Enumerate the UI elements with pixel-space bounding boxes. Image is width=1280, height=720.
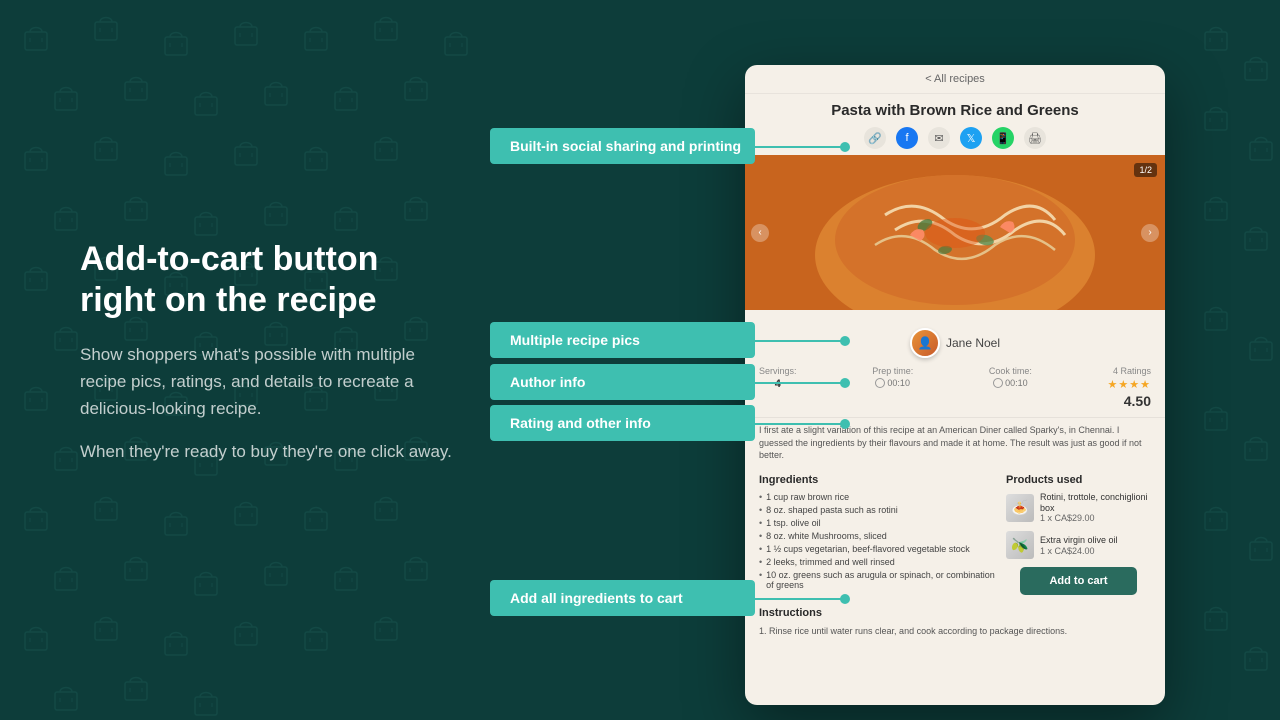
prep-time-info: Prep time: 00:10 bbox=[872, 366, 913, 388]
image-next-button[interactable]: › bbox=[1141, 224, 1159, 242]
social-sharing-row: 🔗 f ✉ 𝕏 📱 🖨 bbox=[745, 123, 1165, 155]
ingredients-products-section: Ingredients • 1 cup raw brown rice • 8 o… bbox=[745, 468, 1165, 602]
ingredient-2: • 8 oz. shaped pasta such as rotini bbox=[759, 505, 996, 515]
servings-info: Servings: 4 bbox=[759, 366, 797, 390]
callout-author: Author info bbox=[490, 364, 755, 400]
ingredient-4: • 8 oz. white Mushrooms, sliced bbox=[759, 531, 996, 541]
left-panel: Add-to-cart button right on the recipe S… bbox=[80, 239, 460, 481]
author-section: 👤 Jane Noel bbox=[745, 328, 1165, 358]
ingredient-5: • 1 ½ cups vegetarian, beef-flavored veg… bbox=[759, 544, 996, 554]
facebook-share-button[interactable]: f bbox=[896, 127, 918, 149]
social-connector-dot bbox=[840, 142, 850, 152]
pics-connector-line bbox=[755, 340, 845, 342]
callout-social: Built-in social sharing and printing bbox=[490, 128, 755, 164]
add-to-cart-button[interactable]: Add to cart bbox=[1020, 567, 1137, 595]
ingredient-7: • 10 oz. greens such as arugula or spina… bbox=[759, 570, 996, 590]
link-share-button[interactable]: 🔗 bbox=[864, 127, 886, 149]
cart-connector-line bbox=[755, 598, 845, 600]
paragraph2: When they're ready to buy they're one cl… bbox=[80, 438, 460, 465]
callout-author-container: Author info bbox=[490, 364, 755, 400]
image-prev-button[interactable]: ‹ bbox=[751, 224, 769, 242]
cart-connector-dot bbox=[840, 594, 850, 604]
pics-connector-dot bbox=[840, 336, 850, 346]
recipe-title: Pasta with Brown Rice and Greens bbox=[745, 94, 1165, 123]
author-connector-dot bbox=[840, 378, 850, 388]
product-2-image: 🫒 bbox=[1006, 531, 1034, 559]
whatsapp-share-button[interactable]: 📱 bbox=[992, 127, 1014, 149]
back-navigation[interactable]: < All recipes bbox=[745, 65, 1165, 94]
product-2-price: 1 x CA$24.00 bbox=[1040, 546, 1118, 556]
ingredients-title: Ingredients bbox=[759, 474, 996, 486]
image-counter: 1/2 bbox=[1134, 163, 1157, 177]
instructions-title: Instructions bbox=[759, 607, 1151, 619]
products-title: Products used bbox=[1006, 474, 1151, 486]
ingredient-1: • 1 cup raw brown rice bbox=[759, 492, 996, 502]
recipe-image: 1/2 ‹ › bbox=[745, 155, 1165, 310]
instructions-section: Instructions 1. Rinse rice until water r… bbox=[745, 601, 1165, 644]
clock-icon-2 bbox=[993, 378, 1003, 388]
product-2-name: Extra virgin olive oil bbox=[1040, 535, 1118, 546]
product-1: 🍝 Rotini, trottole, conchiglioni box 1 x… bbox=[1006, 492, 1151, 524]
social-connector-line bbox=[755, 146, 845, 148]
callout-social-container: Built-in social sharing and printing bbox=[490, 128, 755, 164]
callout-cart-container: Add all ingredients to cart bbox=[490, 580, 755, 616]
product-1-name: Rotini, trottole, conchiglioni box bbox=[1040, 492, 1151, 514]
instruction-1: 1. Rinse rice until water runs clear, an… bbox=[759, 625, 1151, 638]
callout-pics-container: Multiple recipe pics bbox=[490, 322, 755, 358]
recipe-card: < All recipes Pasta with Brown Rice and … bbox=[745, 65, 1165, 705]
callout-rating-container: Rating and other info bbox=[490, 405, 755, 441]
heading: Add-to-cart button right on the recipe bbox=[80, 239, 460, 321]
cook-time-value: 00:10 bbox=[1005, 378, 1028, 388]
ingredients-column: Ingredients • 1 cup raw brown rice • 8 o… bbox=[759, 474, 996, 596]
products-column: Products used 🍝 Rotini, trottole, conchi… bbox=[1006, 474, 1151, 596]
cook-time-info: Cook time: 00:10 bbox=[989, 366, 1032, 388]
product-1-image: 🍝 bbox=[1006, 494, 1034, 522]
product-2: 🫒 Extra virgin olive oil 1 x CA$24.00 bbox=[1006, 531, 1151, 559]
ingredient-6: • 2 leeks, trimmed and well rinsed bbox=[759, 557, 996, 567]
rating-connector-line bbox=[755, 423, 845, 425]
rating-section: 4 Ratings ★★★★ 4.50 bbox=[1108, 366, 1151, 409]
ingredient-3: • 1 tsp. olive oil bbox=[759, 518, 996, 528]
callout-cart: Add all ingredients to cart bbox=[490, 580, 755, 616]
callout-rating: Rating and other info bbox=[490, 405, 755, 441]
author-name: Jane Noel bbox=[946, 336, 1000, 350]
rating-count: 4 Ratings bbox=[1113, 366, 1151, 376]
prep-time-value: 00:10 bbox=[887, 378, 910, 388]
recipe-meta: Servings: 4 Prep time: 00:10 Cook time: … bbox=[745, 358, 1165, 417]
author-avatar: 👤 bbox=[910, 328, 940, 358]
product-1-price: 1 x CA$29.00 bbox=[1040, 513, 1151, 523]
twitter-share-button[interactable]: 𝕏 bbox=[960, 127, 982, 149]
clock-icon bbox=[875, 378, 885, 388]
rating-connector-dot bbox=[840, 419, 850, 429]
print-button[interactable]: 🖨 bbox=[1024, 127, 1046, 149]
email-share-button[interactable]: ✉ bbox=[928, 127, 950, 149]
author-connector-line bbox=[755, 382, 845, 384]
callout-pics: Multiple recipe pics bbox=[490, 322, 755, 358]
paragraph1: Show shoppers what's possible with multi… bbox=[80, 340, 460, 422]
star-rating: ★★★★ bbox=[1108, 378, 1151, 391]
rating-value: 4.50 bbox=[1124, 393, 1151, 409]
